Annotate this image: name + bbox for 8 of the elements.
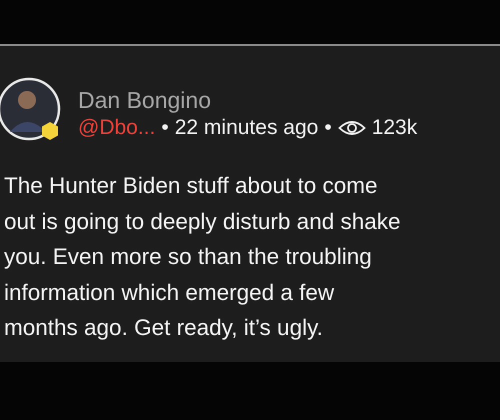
eye-icon — [338, 118, 366, 136]
user-handle[interactable]: @Dbo... — [78, 116, 156, 140]
separator: • — [161, 116, 169, 140]
view-count: 123k — [372, 116, 418, 140]
author-name[interactable]: Dan Bongino — [78, 86, 418, 114]
post-text: The Hunter Biden stuff about to come out is going to deeply disturb and shake you. Even more so than the troubling information which emerged a few months ago. Get ready, it’s ugly. — [3, 172, 402, 342]
post-time: 22 minutes ago — [174, 116, 318, 140]
separator: • — [324, 116, 332, 140]
